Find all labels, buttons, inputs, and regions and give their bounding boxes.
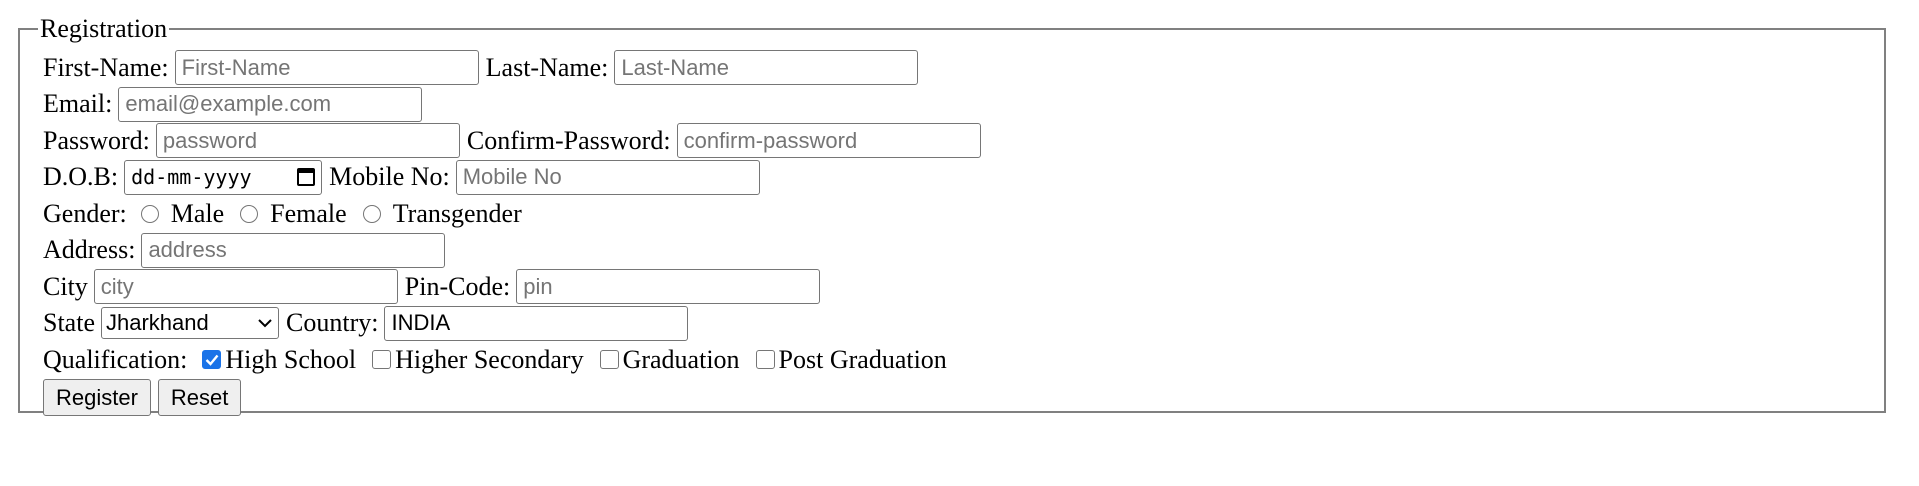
state-select[interactable]: Jharkhand [101,307,279,340]
first-name-label: First-Name: [43,52,169,82]
email-input[interactable] [118,86,423,122]
last-name-label: Last-Name: [485,52,609,82]
password-row: Password: Confirm-Password: [43,123,1884,160]
password-input[interactable] [155,123,460,159]
qualification-post-graduation-checkbox[interactable] [755,350,775,370]
name-row: First-Name: Last-Name: [43,49,1884,86]
confirm-password-input[interactable] [676,123,981,159]
address-label: Address: [43,235,136,265]
city-row: City Pin-Code: [43,269,1884,306]
state-row: State Jharkhand Country: [43,305,1884,342]
city-label: City [43,271,88,301]
dob-input[interactable]: dd-mm-yyyy [124,159,323,195]
address-row: Address: [43,232,1884,269]
qualification-higher-secondary-label: Higher Secondary [395,344,584,374]
country-label: Country: [286,308,379,338]
dob-value: dd-mm-yyyy [131,165,252,190]
qualification-row: Qualification: High School Higher Second… [43,342,1884,379]
last-name-input[interactable] [614,50,919,85]
checkmark-icon [205,354,219,366]
gender-female-radio[interactable] [240,204,259,223]
qualification-post-graduation-label: Post Graduation [778,344,947,374]
password-label: Password: [43,125,150,155]
calendar-icon[interactable] [297,168,316,187]
reset-button[interactable]: Reset [157,379,242,416]
gender-transgender-label: Transgender [392,198,522,228]
gender-transgender-radio[interactable] [362,204,381,223]
gender-male-label: Male [170,198,225,228]
country-input[interactable] [384,305,689,341]
state-label: State [43,308,95,338]
mobile-input[interactable] [455,159,760,195]
pin-label: Pin-Code: [404,271,511,301]
address-input[interactable] [141,232,446,268]
buttons-row: Register Reset [43,378,1884,417]
state-selected-value: Jharkhand [106,310,209,336]
qualification-graduation-checkbox[interactable] [599,350,619,370]
city-input[interactable] [93,269,398,305]
gender-male-radio[interactable] [140,204,159,223]
mobile-label: Mobile No: [329,162,450,192]
registration-fieldset: Registration First-Name: Last-Name: Emai… [18,14,1886,416]
email-label: Email: [43,89,113,119]
register-button[interactable]: Register [43,379,151,416]
pin-input[interactable] [516,269,821,305]
gender-female-label: Female [270,198,347,228]
email-row: Email: [43,86,1884,123]
qualification-high-school-label: High School [225,344,357,374]
confirm-password-label: Confirm-Password: [466,125,671,155]
chevron-down-icon [258,319,272,328]
qualification-higher-secondary-checkbox[interactable] [372,350,392,370]
first-name-input[interactable] [174,50,479,85]
qualification-label: Qualification: [43,344,188,374]
qualification-graduation-label: Graduation [622,344,740,374]
gender-row: Gender: Male Female Transgender [43,196,1884,233]
gender-label: Gender: [43,198,127,228]
dob-row: D.O.B: dd-mm-yyyy Mobile No: [43,159,1884,196]
form-legend: Registration [40,14,168,43]
dob-label: D.O.B: [43,162,119,192]
qualification-high-school-checkbox[interactable] [202,350,222,370]
